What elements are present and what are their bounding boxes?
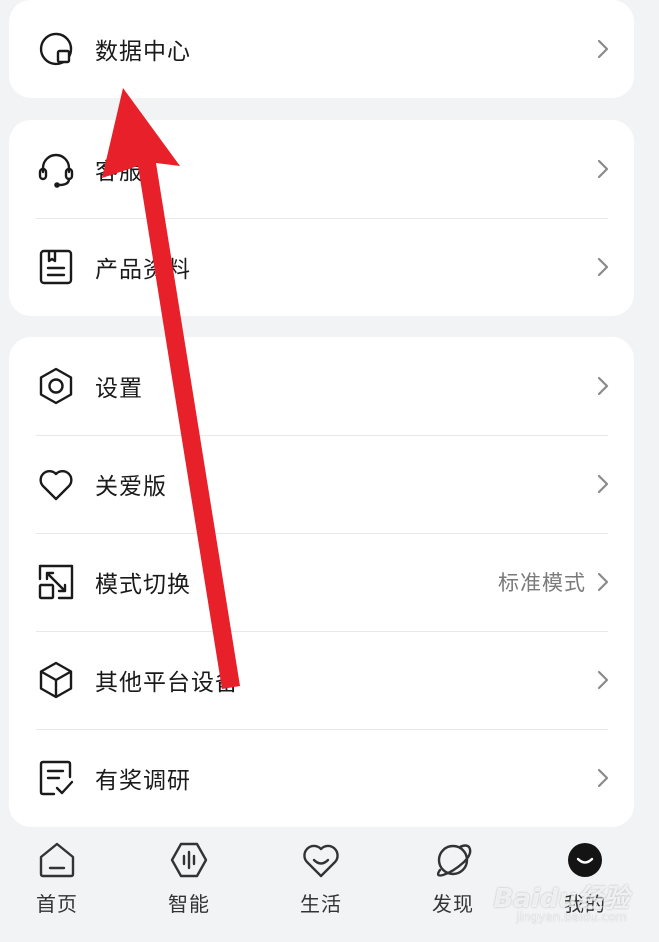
row-label: 模式切换: [95, 572, 191, 598]
row-label: 设置: [95, 376, 143, 402]
page: 数据中心 客服 产品资料 设置 关爱版 模式切换 标准模式 其他平台设备 有奖调…: [0, 0, 659, 942]
row-mode-switch[interactable]: 模式切换 标准模式: [9, 533, 634, 631]
smart-icon: [169, 840, 209, 880]
home-icon: [37, 840, 77, 880]
card-data: 数据中心: [9, 0, 634, 98]
cube-icon: [37, 661, 75, 699]
tab-life[interactable]: 生活: [276, 840, 366, 930]
document-bookmark-icon: [37, 248, 75, 286]
chevron-right-icon: [597, 39, 609, 59]
row-product-info[interactable]: 产品资料: [9, 218, 634, 316]
chevron-right-icon: [597, 159, 609, 179]
chevron-right-icon: [597, 376, 609, 396]
chevron-right-icon: [597, 257, 609, 277]
chevron-right-icon: [597, 768, 609, 788]
chevron-right-icon: [597, 572, 609, 592]
row-label: 产品资料: [95, 257, 191, 283]
tab-label: 生活: [300, 892, 342, 916]
chevron-right-icon: [597, 474, 609, 494]
tab-discover[interactable]: 发现: [408, 840, 498, 930]
row-label: 有奖调研: [95, 768, 191, 794]
tab-label: 智能: [168, 892, 210, 916]
headset-icon: [37, 150, 75, 188]
row-care-mode[interactable]: 关爱版: [9, 435, 634, 533]
tab-label: 发现: [432, 892, 474, 916]
row-label: 客服: [95, 159, 143, 185]
chevron-right-icon: [597, 670, 609, 690]
row-label: 关爱版: [95, 474, 167, 500]
tab-smart[interactable]: 智能: [144, 840, 234, 930]
planet-icon: [433, 840, 473, 880]
survey-check-icon: [37, 759, 75, 797]
baidu-watermark-url: jingyan.baidu.com: [516, 910, 627, 924]
expand-arrows-icon: [37, 563, 75, 601]
profile-smile-icon: [565, 840, 605, 880]
row-label: 其他平台设备: [95, 670, 239, 696]
row-survey[interactable]: 有奖调研: [9, 729, 634, 827]
tab-label: 首页: [36, 892, 78, 916]
current-mode-value: 标准模式: [498, 571, 586, 595]
card-support: 客服 产品资料: [9, 120, 634, 316]
heart-icon: [37, 465, 75, 503]
row-other-platform-devices[interactable]: 其他平台设备: [9, 631, 634, 729]
row-settings[interactable]: 设置: [9, 337, 634, 435]
settings-hexagon-icon: [37, 367, 75, 405]
card-settings: 设置 关爱版 模式切换 标准模式 其他平台设备 有奖调研: [9, 337, 634, 827]
row-label: 数据中心: [95, 39, 191, 65]
tab-home[interactable]: 首页: [12, 840, 102, 930]
data-center-icon: [37, 30, 75, 68]
row-customer-service[interactable]: 客服: [9, 120, 634, 218]
life-heart-icon: [301, 840, 341, 880]
row-data-center[interactable]: 数据中心: [9, 0, 634, 98]
